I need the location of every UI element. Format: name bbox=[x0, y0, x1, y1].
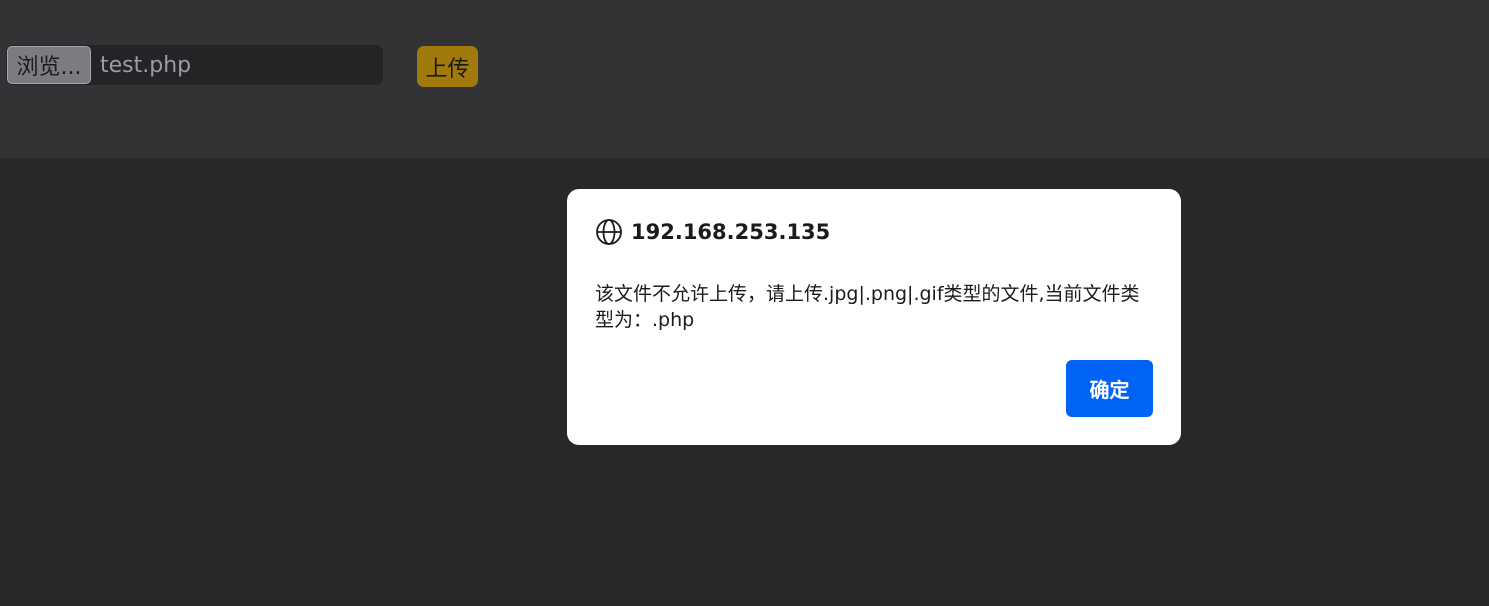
upload-form-area: 浏览... test.php 上传 bbox=[0, 0, 1489, 158]
alert-dialog: 192.168.253.135 该文件不允许上传，请上传.jpg|.png|.g… bbox=[567, 189, 1181, 445]
dialog-message: 该文件不允许上传，请上传.jpg|.png|.gif类型的文件,当前文件类型为：… bbox=[595, 283, 1140, 331]
ok-button[interactable]: 确定 bbox=[1066, 360, 1153, 417]
dialog-origin: 192.168.253.135 bbox=[631, 220, 831, 244]
file-input[interactable]: 浏览... test.php bbox=[6, 45, 383, 85]
file-picker[interactable]: 浏览... test.php bbox=[6, 45, 383, 85]
browse-button[interactable]: 浏览... bbox=[7, 46, 91, 84]
selected-file-name: test.php bbox=[100, 52, 192, 78]
globe-icon bbox=[595, 218, 623, 246]
upload-button[interactable]: 上传 bbox=[417, 46, 478, 87]
dialog-header: 192.168.253.135 bbox=[595, 218, 830, 246]
